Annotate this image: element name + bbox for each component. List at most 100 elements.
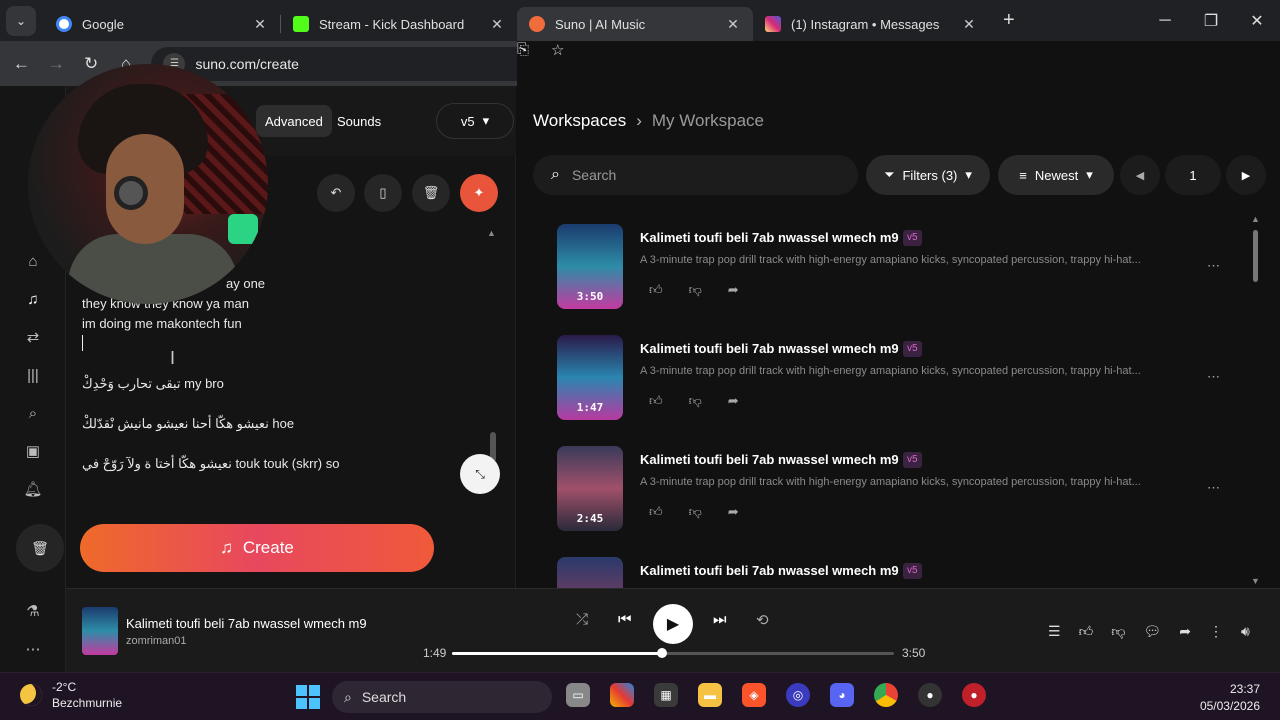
previous-track-icon[interactable]: ⏮ xyxy=(618,611,632,628)
volume-icon[interactable]: 🔊︎ xyxy=(1241,623,1250,640)
widgets-icon[interactable] xyxy=(610,683,634,707)
labs-flask-icon[interactable]: ⚗ xyxy=(22,600,44,622)
more-options-icon[interactable]: ⋯ xyxy=(1207,480,1220,496)
hooks-nav-icon[interactable]: ▣ xyxy=(22,440,44,462)
model-version-select[interactable]: v5 ▾ xyxy=(436,103,514,139)
song-row[interactable]: Kalimeti toufi beli 7ab nwassel wmech m9… xyxy=(557,557,1247,588)
now-playing-cover[interactable] xyxy=(82,607,118,655)
repeat-icon[interactable]: ⟲ xyxy=(756,611,769,629)
studio-nav-icon[interactable]: ⇄ xyxy=(22,326,44,348)
like-icon[interactable]: 👍︎ xyxy=(649,393,663,409)
minimize-icon[interactable]: ─ xyxy=(1142,0,1188,41)
lyrics-scroll-up-icon[interactable]: ▲ xyxy=(487,228,496,238)
close-tab-icon[interactable]: ✕ xyxy=(725,16,741,33)
task-view-icon[interactable]: ▭ xyxy=(566,683,590,707)
undo-button[interactable]: ↶ xyxy=(317,174,355,212)
collapse-button[interactable]: ⤡ xyxy=(460,454,500,494)
more-vertical-icon[interactable]: ⋮ xyxy=(1209,623,1223,640)
song-title[interactable]: Kalimeti toufi beli 7ab nwassel wmech m9 xyxy=(640,341,899,356)
tab-kick[interactable]: Stream - Kick Dashboard ✕ xyxy=(281,7,517,41)
library-nav-icon[interactable]: ||| xyxy=(22,364,44,386)
close-tab-icon[interactable]: ✕ xyxy=(961,16,977,33)
store-icon[interactable]: ▦ xyxy=(654,683,678,707)
shuffle-icon[interactable]: ⤮ xyxy=(576,611,588,628)
breadcrumb-workspaces[interactable]: Workspaces xyxy=(533,111,626,131)
brave-icon[interactable]: ◈ xyxy=(742,683,766,707)
song-cover[interactable] xyxy=(557,557,623,588)
delete-button[interactable]: 🗑︎ xyxy=(16,524,64,572)
red-app-icon[interactable]: ● xyxy=(962,683,986,707)
song-title[interactable]: Kalimeti toufi beli 7ab nwassel wmech m9 xyxy=(640,452,899,467)
mode-sounds-tab[interactable]: Sounds xyxy=(328,105,390,137)
more-options-icon[interactable]: ⋯ xyxy=(1207,258,1220,274)
create-button[interactable]: ♫ Create xyxy=(80,524,434,572)
forward-icon[interactable]: → xyxy=(39,54,74,74)
app-icon[interactable]: ◎ xyxy=(786,683,810,707)
song-cover[interactable]: 3:50 xyxy=(557,224,623,309)
discord-icon[interactable]: ◕ xyxy=(830,683,854,707)
new-tab-icon[interactable]: + xyxy=(1003,9,1015,32)
notifications-bell-icon[interactable]: 🔔︎ xyxy=(22,478,44,500)
now-playing-title[interactable]: Kalimeti toufi beli 7ab nwassel wmech m9 xyxy=(126,616,367,631)
system-clock[interactable]: 23:37 05/03/2026 xyxy=(1200,681,1260,715)
windows-start-icon[interactable] xyxy=(296,685,320,709)
taskbar-search[interactable]: ⌕ Search xyxy=(332,681,552,713)
back-icon[interactable]: ← xyxy=(4,54,39,74)
dislike-icon[interactable]: 👎︎ xyxy=(689,393,702,409)
scroll-down-icon[interactable]: ▼ xyxy=(1251,576,1260,586)
close-window-icon[interactable]: ✕ xyxy=(1234,0,1280,41)
magic-wand-button[interactable]: ✦ xyxy=(460,174,498,212)
next-page-button[interactable]: ▶ xyxy=(1226,155,1266,195)
song-title[interactable]: Kalimeti toufi beli 7ab nwassel wmech m9 xyxy=(640,230,899,245)
clear-lyrics-button[interactable]: 🗑︎ xyxy=(412,174,450,212)
filters-button[interactable]: ⏷ Filters (3) ▾ xyxy=(866,155,990,195)
song-cover[interactable]: 1:47 xyxy=(557,335,623,420)
home-nav-icon[interactable]: ⌂ xyxy=(22,250,44,272)
share-icon[interactable]: ➦ xyxy=(728,393,739,409)
song-row[interactable]: 1:47 Kalimeti toufi beli 7ab nwassel wme… xyxy=(557,335,1247,425)
share-icon[interactable]: ➦ xyxy=(1179,623,1191,640)
more-icon[interactable]: ⋯ xyxy=(22,638,44,660)
close-tab-icon[interactable]: ✕ xyxy=(489,16,505,33)
chrome-icon[interactable] xyxy=(874,683,898,707)
tab-instagram[interactable]: (1) Instagram • Messages ✕ xyxy=(753,7,989,41)
obs-icon[interactable]: ● xyxy=(918,683,942,707)
restore-icon[interactable]: ❐ xyxy=(1188,0,1234,41)
search-nav-icon[interactable]: ⌕ xyxy=(22,402,44,424)
share-icon[interactable]: ➦ xyxy=(728,282,739,298)
share-icon[interactable]: ➦ xyxy=(728,504,739,520)
more-options-icon[interactable]: ⋯ xyxy=(1207,369,1220,385)
like-icon[interactable]: 👍︎ xyxy=(649,504,663,520)
song-title[interactable]: Kalimeti toufi beli 7ab nwassel wmech m9 xyxy=(640,563,899,578)
close-tab-icon[interactable]: ✕ xyxy=(252,16,268,33)
weather-widget[interactable]: -2°C Bezchmurnie xyxy=(20,679,122,711)
song-row[interactable]: 3:50 Kalimeti toufi beli 7ab nwassel wme… xyxy=(557,224,1247,314)
dislike-icon[interactable]: 👎︎ xyxy=(1111,623,1125,640)
like-icon[interactable]: 👍︎ xyxy=(649,282,663,298)
lyrics-editor[interactable]: they know they know ya man im doing me m… xyxy=(82,294,482,474)
now-playing-artist[interactable]: zomriman01 xyxy=(126,635,187,647)
file-explorer-icon[interactable]: ▬ xyxy=(698,683,722,707)
page-number[interactable]: 1 xyxy=(1165,155,1221,195)
dislike-icon[interactable]: 👎︎ xyxy=(689,282,702,298)
tab-search-button[interactable]: ⌄ xyxy=(6,5,36,36)
url-bar[interactable]: ☰ suno.com/create ⎘ ☆ xyxy=(151,41,1280,543)
bookmark-button[interactable]: ▯ xyxy=(364,174,402,212)
tab-google[interactable]: Google ✕ xyxy=(44,7,280,41)
create-nav-icon[interactable]: ♫ xyxy=(22,288,44,310)
song-search-input[interactable]: ⌕ Search xyxy=(533,155,858,195)
scroll-up-icon[interactable]: ▲ xyxy=(1251,214,1260,224)
tab-suno[interactable]: Suno | AI Music ✕ xyxy=(517,7,753,41)
song-row[interactable]: 2:45 Kalimeti toufi beli 7ab nwassel wme… xyxy=(557,446,1247,536)
dislike-icon[interactable]: 👎︎ xyxy=(689,504,702,520)
like-icon[interactable]: 👍︎ xyxy=(1079,623,1094,640)
sort-button[interactable]: ≡ Newest ▾ xyxy=(998,155,1114,195)
progress-knob[interactable] xyxy=(656,648,667,658)
queue-icon[interactable]: ☰ xyxy=(1048,623,1061,640)
reload-icon[interactable]: ↻ xyxy=(74,54,109,74)
prev-page-button[interactable]: ◀ xyxy=(1120,155,1160,195)
song-cover[interactable]: 2:45 xyxy=(557,446,623,531)
next-track-icon[interactable]: ⏭ xyxy=(713,611,727,628)
progress-slider[interactable] xyxy=(452,648,894,658)
comments-icon[interactable]: 💬︎ xyxy=(1143,623,1161,640)
